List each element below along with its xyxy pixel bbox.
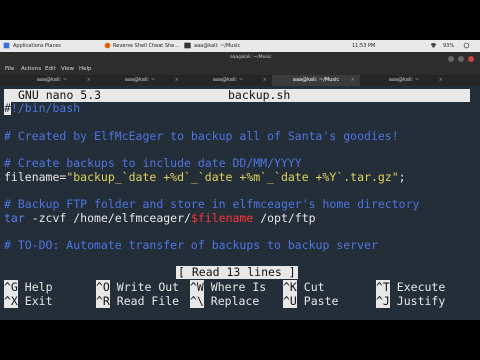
shortcut-key: ^G — [4, 280, 18, 294]
shortcut-write-out[interactable]: ^O Write Out — [96, 280, 179, 294]
shortcut-replace[interactable]: ^\ Replace — [190, 294, 259, 308]
shortcut-label: Paste — [303, 294, 339, 308]
kali-menu-icon[interactable] — [3, 42, 10, 49]
os-top-panel: Applications Places Reverse Shell Cheat … — [0, 40, 480, 52]
menu-bar: File Actions Edit View Help — [0, 64, 480, 75]
code-line: # Backup FTP folder and store in elfmcea… — [4, 197, 420, 211]
terminal-tab[interactable]: aaa@kali: ~ × — [184, 75, 272, 86]
shortcut-key: ^\ — [190, 294, 204, 308]
shortcut-exit[interactable]: ^X Exit — [4, 294, 53, 308]
code-text: /opt/ftp — [253, 211, 316, 225]
close-tab-icon[interactable]: × — [439, 75, 443, 86]
shortcut-key: ^U — [283, 294, 297, 308]
close-tab-icon[interactable]: × — [87, 75, 91, 86]
shortcut-label: Write Out — [116, 280, 180, 294]
applications-menu[interactable]: Applications — [13, 43, 44, 49]
shortcut-key: ^X — [4, 294, 18, 308]
code-line: #!/bin/bash — [4, 101, 80, 115]
browser-task[interactable]: Reverse Shell Cheat She... — [113, 43, 179, 49]
terminal-task[interactable]: aaa@kali: ~/Music — [194, 43, 240, 49]
tab-label: aaa@kali: ~/Music — [292, 77, 340, 83]
nano-version: GNU nano 5.3 — [18, 88, 102, 102]
shortcut-help[interactable]: ^G Help — [4, 280, 53, 294]
shortcut-cut[interactable]: ^K Cut — [283, 280, 325, 294]
code-line: # Created by ElfMcEager to backup all of… — [4, 129, 399, 143]
tab-bar: aaa@kali: ~ × aaa@kali: ~ × aaa@kali: ~ × a… — [0, 75, 480, 86]
code-text: ; — [398, 170, 406, 184]
clock: 11:53 PM — [352, 43, 376, 49]
shortcut-where-is[interactable]: ^W Where Is — [190, 280, 266, 294]
shortcut-key: ^J — [376, 294, 390, 308]
tab-label: aaa@kali: ~ — [388, 77, 420, 83]
shortcut-justify[interactable]: ^J Justify — [376, 294, 445, 308]
menu-view[interactable]: View — [61, 66, 74, 72]
terminal-tab[interactable]: aaa@kali: ~ × — [8, 75, 96, 86]
tab-label: aaa@kali: ~ — [212, 77, 244, 83]
terminal-tab-active[interactable]: aaa@kali: ~/Music × — [272, 75, 360, 86]
minimize-button[interactable] — [448, 56, 454, 62]
shortcut-key: ^T — [376, 280, 390, 294]
code-line: # Create backups to include date DD/MM/Y… — [4, 156, 302, 170]
terminal-task-icon[interactable] — [184, 42, 191, 49]
close-tab-icon[interactable]: × — [263, 75, 267, 86]
menu-actions[interactable]: Actions — [21, 66, 41, 72]
shortcut-label: Execute — [396, 280, 446, 294]
menu-edit[interactable]: Edit — [45, 66, 56, 72]
shortcut-label: Replace — [210, 294, 260, 308]
code-line: filename="backup_`date +%d`_`date +%m`_`… — [4, 170, 406, 184]
close-tab-icon[interactable]: × — [351, 75, 355, 86]
code-keyword: tar — [4, 211, 25, 225]
menu-help[interactable]: Help — [79, 66, 92, 72]
code-text: !/bin/bash — [10, 101, 81, 115]
code-line: tar -zcvf /home/elfmceager/$filename /op… — [4, 211, 316, 225]
code-text: filename= — [4, 170, 67, 184]
terminal-tab[interactable]: aaa@kali: ~ × — [96, 75, 184, 86]
close-button[interactable] — [468, 56, 474, 62]
shortcut-key: ^W — [190, 280, 204, 294]
shortcut-paste[interactable]: ^U Paste — [283, 294, 338, 308]
shortcut-label: Read File — [116, 294, 180, 308]
menu-file[interactable]: File — [5, 66, 14, 72]
shortcut-label: Cut — [303, 280, 325, 294]
nano-status-bar: [ Read 13 lines ] — [176, 265, 298, 279]
nano-filename: backup.sh — [228, 88, 291, 102]
shortcut-label: Justify — [396, 294, 446, 308]
terminal-tab[interactable]: aaa@kali: ~ × — [360, 75, 448, 86]
browser-icon[interactable] — [104, 42, 111, 49]
battery-level: 93% — [443, 43, 455, 49]
places-menu[interactable]: Places — [45, 43, 61, 49]
shortcut-label: Where Is — [210, 280, 267, 294]
tab-label: aaa@kali: ~ — [124, 77, 156, 83]
shortcut-read-file[interactable]: ^R Read File — [96, 294, 179, 308]
shortcut-key: ^O — [96, 280, 110, 294]
maximize-button[interactable] — [458, 56, 464, 62]
code-string: "backup_`date +%d`_`date +%m`_`date +%Y`… — [66, 170, 399, 184]
shortcut-key: ^R — [96, 294, 110, 308]
shortcut-execute[interactable]: ^T Execute — [376, 280, 445, 294]
power-icon[interactable] — [463, 42, 470, 49]
network-icon[interactable] — [430, 42, 437, 49]
window-title: aaa@kali: ~/Music — [230, 55, 272, 60]
close-tab-icon[interactable]: × — [175, 75, 179, 86]
code-line: # TO-DO: Automate transfer of backups to… — [4, 238, 378, 252]
code-variable: $filename — [190, 211, 254, 225]
tab-label: aaa@kali: ~ — [36, 77, 68, 83]
shortcut-label: Exit — [24, 294, 53, 308]
shortcut-key: ^K — [283, 280, 297, 294]
code-text: -zcvf /home/elfmceager/ — [24, 211, 191, 225]
text-cursor: # — [4, 101, 11, 115]
shortcut-label: Help — [24, 280, 53, 294]
